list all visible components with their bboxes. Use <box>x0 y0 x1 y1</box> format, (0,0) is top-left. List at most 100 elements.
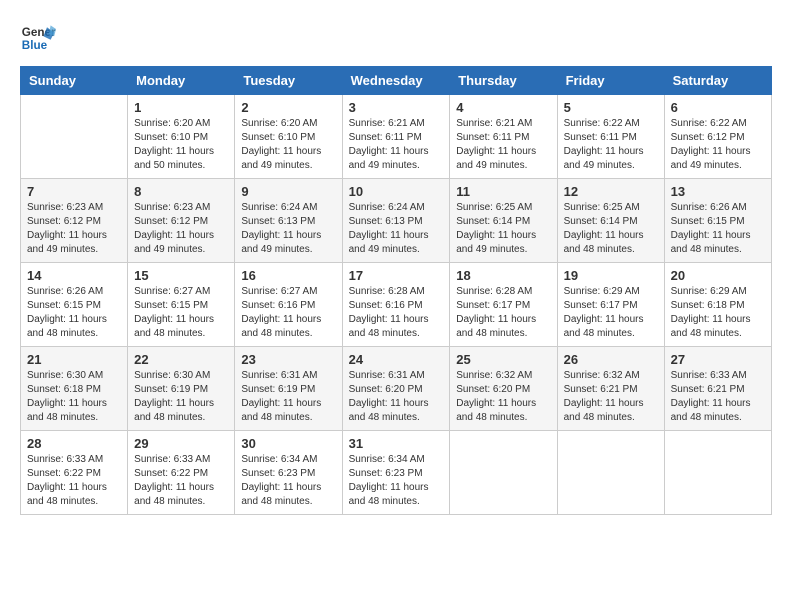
calendar-table: SundayMondayTuesdayWednesdayThursdayFrid… <box>20 66 772 515</box>
weekday-sunday: Sunday <box>21 67 128 95</box>
day-number: 3 <box>349 100 444 115</box>
weekday-monday: Monday <box>128 67 235 95</box>
day-info: Sunrise: 6:23 AM Sunset: 6:12 PM Dayligh… <box>134 201 228 257</box>
day-number: 21 <box>27 352 121 367</box>
calendar-cell <box>21 95 128 179</box>
calendar-cell: 28 Sunrise: 6:33 AM Sunset: 6:22 PM Dayli… <box>21 431 128 515</box>
day-info: Sunrise: 6:27 AM Sunset: 6:16 PM Dayligh… <box>241 285 335 341</box>
day-number: 27 <box>671 352 765 367</box>
day-info: Sunrise: 6:20 AM Sunset: 6:10 PM Dayligh… <box>134 117 228 173</box>
calendar-cell: 29 Sunrise: 6:33 AM Sunset: 6:22 PM Dayli… <box>128 431 235 515</box>
day-number: 11 <box>456 184 550 199</box>
day-info: Sunrise: 6:32 AM Sunset: 6:20 PM Dayligh… <box>456 369 550 425</box>
calendar-cell: 26 Sunrise: 6:32 AM Sunset: 6:21 PM Dayli… <box>557 347 664 431</box>
calendar-cell: 9Sunrise: 6:24 AM Sunset: 6:13 PM Daylig… <box>235 179 342 263</box>
calendar-body: 1 Sunrise: 6:20 AM Sunset: 6:10 PM Daylig… <box>21 95 772 515</box>
calendar-cell: 13Sunrise: 6:26 AM Sunset: 6:15 PM Dayli… <box>664 179 771 263</box>
day-info: Sunrise: 6:33 AM Sunset: 6:22 PM Dayligh… <box>27 453 121 509</box>
week-row-1: 1 Sunrise: 6:20 AM Sunset: 6:10 PM Daylig… <box>21 95 772 179</box>
calendar-cell: 20Sunrise: 6:29 AM Sunset: 6:18 PM Dayli… <box>664 263 771 347</box>
day-info: Sunrise: 6:25 AM Sunset: 6:14 PM Dayligh… <box>456 201 550 257</box>
calendar-cell: 7 Sunrise: 6:23 AM Sunset: 6:12 PM Daylig… <box>21 179 128 263</box>
day-info: Sunrise: 6:28 AM Sunset: 6:17 PM Dayligh… <box>456 285 550 341</box>
day-number: 23 <box>241 352 335 367</box>
day-info: Sunrise: 6:33 AM Sunset: 6:21 PM Dayligh… <box>671 369 765 425</box>
day-info: Sunrise: 6:22 AM Sunset: 6:11 PM Dayligh… <box>564 117 658 173</box>
day-info: Sunrise: 6:24 AM Sunset: 6:13 PM Dayligh… <box>241 201 335 257</box>
calendar-cell <box>450 431 557 515</box>
day-info: Sunrise: 6:30 AM Sunset: 6:18 PM Dayligh… <box>27 369 121 425</box>
weekday-header-row: SundayMondayTuesdayWednesdayThursdayFrid… <box>21 67 772 95</box>
day-number: 1 <box>134 100 228 115</box>
day-info: Sunrise: 6:26 AM Sunset: 6:15 PM Dayligh… <box>27 285 121 341</box>
week-row-2: 7 Sunrise: 6:23 AM Sunset: 6:12 PM Daylig… <box>21 179 772 263</box>
day-number: 15 <box>134 268 228 283</box>
day-number: 28 <box>27 436 121 451</box>
calendar-cell: 18 Sunrise: 6:28 AM Sunset: 6:17 PM Dayli… <box>450 263 557 347</box>
calendar-cell: 10 Sunrise: 6:24 AM Sunset: 6:13 PM Dayli… <box>342 179 450 263</box>
day-number: 7 <box>27 184 121 199</box>
calendar-cell: 2 Sunrise: 6:20 AM Sunset: 6:10 PM Daylig… <box>235 95 342 179</box>
day-number: 18 <box>456 268 550 283</box>
day-info: Sunrise: 6:30 AM Sunset: 6:19 PM Dayligh… <box>134 369 228 425</box>
calendar-cell: 25Sunrise: 6:32 AM Sunset: 6:20 PM Dayli… <box>450 347 557 431</box>
calendar-cell: 12 Sunrise: 6:25 AM Sunset: 6:14 PM Dayli… <box>557 179 664 263</box>
day-number: 26 <box>564 352 658 367</box>
day-number: 17 <box>349 268 444 283</box>
day-info: Sunrise: 6:20 AM Sunset: 6:10 PM Dayligh… <box>241 117 335 173</box>
day-info: Sunrise: 6:24 AM Sunset: 6:13 PM Dayligh… <box>349 201 444 257</box>
day-info: Sunrise: 6:29 AM Sunset: 6:17 PM Dayligh… <box>564 285 658 341</box>
day-number: 4 <box>456 100 550 115</box>
calendar-cell: 30 Sunrise: 6:34 AM Sunset: 6:23 PM Dayli… <box>235 431 342 515</box>
day-number: 30 <box>241 436 335 451</box>
calendar-cell: 31 Sunrise: 6:34 AM Sunset: 6:23 PM Dayli… <box>342 431 450 515</box>
day-number: 14 <box>27 268 121 283</box>
day-number: 31 <box>349 436 444 451</box>
calendar-cell <box>664 431 771 515</box>
day-number: 5 <box>564 100 658 115</box>
day-info: Sunrise: 6:32 AM Sunset: 6:21 PM Dayligh… <box>564 369 658 425</box>
day-info: Sunrise: 6:34 AM Sunset: 6:23 PM Dayligh… <box>349 453 444 509</box>
week-row-4: 21 Sunrise: 6:30 AM Sunset: 6:18 PM Dayli… <box>21 347 772 431</box>
calendar-cell: 14 Sunrise: 6:26 AM Sunset: 6:15 PM Dayli… <box>21 263 128 347</box>
calendar-cell: 24 Sunrise: 6:31 AM Sunset: 6:20 PM Dayli… <box>342 347 450 431</box>
day-info: Sunrise: 6:33 AM Sunset: 6:22 PM Dayligh… <box>134 453 228 509</box>
calendar-cell: 5 Sunrise: 6:22 AM Sunset: 6:11 PM Daylig… <box>557 95 664 179</box>
calendar-cell: 21 Sunrise: 6:30 AM Sunset: 6:18 PM Dayli… <box>21 347 128 431</box>
calendar-cell <box>557 431 664 515</box>
day-info: Sunrise: 6:31 AM Sunset: 6:20 PM Dayligh… <box>349 369 444 425</box>
day-number: 12 <box>564 184 658 199</box>
calendar-cell: 4 Sunrise: 6:21 AM Sunset: 6:11 PM Daylig… <box>450 95 557 179</box>
calendar-cell: 8 Sunrise: 6:23 AM Sunset: 6:12 PM Daylig… <box>128 179 235 263</box>
day-number: 2 <box>241 100 335 115</box>
day-number: 6 <box>671 100 765 115</box>
day-info: Sunrise: 6:23 AM Sunset: 6:12 PM Dayligh… <box>27 201 121 257</box>
day-info: Sunrise: 6:27 AM Sunset: 6:15 PM Dayligh… <box>134 285 228 341</box>
calendar-cell: 27 Sunrise: 6:33 AM Sunset: 6:21 PM Dayli… <box>664 347 771 431</box>
day-number: 13 <box>671 184 765 199</box>
calendar-cell: 1 Sunrise: 6:20 AM Sunset: 6:10 PM Daylig… <box>128 95 235 179</box>
weekday-thursday: Thursday <box>450 67 557 95</box>
day-number: 24 <box>349 352 444 367</box>
calendar-cell: 11 Sunrise: 6:25 AM Sunset: 6:14 PM Dayli… <box>450 179 557 263</box>
day-number: 19 <box>564 268 658 283</box>
day-info: Sunrise: 6:22 AM Sunset: 6:12 PM Dayligh… <box>671 117 765 173</box>
day-number: 22 <box>134 352 228 367</box>
day-number: 10 <box>349 184 444 199</box>
week-row-5: 28 Sunrise: 6:33 AM Sunset: 6:22 PM Dayli… <box>21 431 772 515</box>
calendar-cell: 22 Sunrise: 6:30 AM Sunset: 6:19 PM Dayli… <box>128 347 235 431</box>
calendar-cell: 23Sunrise: 6:31 AM Sunset: 6:19 PM Dayli… <box>235 347 342 431</box>
calendar-cell: 19 Sunrise: 6:29 AM Sunset: 6:17 PM Dayli… <box>557 263 664 347</box>
day-number: 29 <box>134 436 228 451</box>
day-info: Sunrise: 6:34 AM Sunset: 6:23 PM Dayligh… <box>241 453 335 509</box>
calendar-cell: 6 Sunrise: 6:22 AM Sunset: 6:12 PM Daylig… <box>664 95 771 179</box>
day-number: 20 <box>671 268 765 283</box>
day-info: Sunrise: 6:25 AM Sunset: 6:14 PM Dayligh… <box>564 201 658 257</box>
weekday-saturday: Saturday <box>664 67 771 95</box>
day-number: 8 <box>134 184 228 199</box>
svg-text:Blue: Blue <box>22 39 48 52</box>
week-row-3: 14 Sunrise: 6:26 AM Sunset: 6:15 PM Dayli… <box>21 263 772 347</box>
weekday-tuesday: Tuesday <box>235 67 342 95</box>
day-info: Sunrise: 6:21 AM Sunset: 6:11 PM Dayligh… <box>456 117 550 173</box>
calendar-cell: 16Sunrise: 6:27 AM Sunset: 6:16 PM Dayli… <box>235 263 342 347</box>
